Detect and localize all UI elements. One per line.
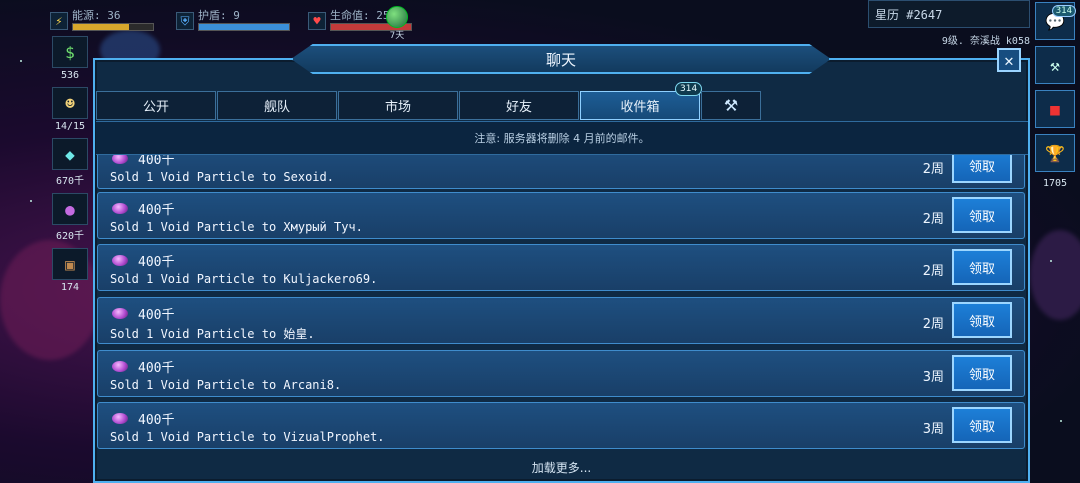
mail-amount: 400千 xyxy=(138,361,175,376)
chat-tabs: 公开 舰队 市场 好友 收件箱 314 ⚒ xyxy=(96,82,762,120)
mail-list[interactable]: 400千 Sold 1 Void Particle to Sexoid. 2周 … xyxy=(97,155,1025,451)
mail-message: Sold 1 Void Particle to Хмурый Туч. xyxy=(110,220,363,234)
tab-public[interactable]: 公开 xyxy=(96,91,216,120)
mail-message: Sold 1 Void Particle to Kuljackero69. xyxy=(110,272,378,286)
tab-label: 市场 xyxy=(384,100,411,115)
claim-button[interactable]: 领取 xyxy=(952,197,1012,233)
top-hud: ⚡ 能源: 36 ⛨ 护盾: 9 ♥ 生命值: 25 xyxy=(50,8,412,34)
resource-cash[interactable]: $ 536 xyxy=(50,36,90,81)
lightning-icon: ⚡ xyxy=(50,12,68,30)
resource-value: 174 xyxy=(60,282,80,293)
resource-value: 14/15 xyxy=(54,121,86,132)
shield-label: 护盾: 9 xyxy=(198,9,240,22)
void-orb-icon xyxy=(112,203,128,214)
heart-icon: ♥ xyxy=(308,12,326,30)
mail-message: Sold 1 Void Particle to 始皇. xyxy=(110,327,315,341)
chat-badge: 314 xyxy=(1051,5,1076,17)
stardate-bar: 星历 #2647 xyxy=(868,0,1030,28)
mail-age: 3周 xyxy=(922,370,944,385)
energy-label: 能源: 36 xyxy=(72,9,121,22)
mail-age: 2周 xyxy=(922,162,944,177)
tab-label: 收件箱 xyxy=(620,100,660,115)
planet-days: 7天 xyxy=(389,31,405,41)
resource-value: 670千 xyxy=(55,176,85,187)
mail-item: 400千 Sold 1 Void Particle to Хмурый Туч.… xyxy=(97,192,1025,239)
resource-column: $ 536 ☻ 14/15 ◆ 670千 ● 620千 ▣ 174 xyxy=(50,36,90,299)
void-orb-icon xyxy=(112,155,128,164)
tab-market[interactable]: 市场 xyxy=(338,91,458,120)
mail-age: 2周 xyxy=(922,317,944,332)
mail-item: 400千 Sold 1 Void Particle to 始皇. 2周 领取 xyxy=(97,297,1025,344)
flag-button[interactable]: ■ xyxy=(1035,90,1075,128)
mail-amount: 400千 xyxy=(138,203,175,218)
mail-item: 400千 Sold 1 Void Particle to VizualProph… xyxy=(97,402,1025,449)
shield-stat: ⛨ 护盾: 9 xyxy=(176,9,290,31)
claim-button[interactable]: 领取 xyxy=(952,355,1012,391)
mail-message: Sold 1 Void Particle to Sexoid. xyxy=(110,170,334,184)
mail-amount: 400千 xyxy=(138,255,175,270)
chat-title: 聊天 xyxy=(291,44,831,74)
mail-amount: 400千 xyxy=(138,308,175,323)
resource-crew[interactable]: ☻ 14/15 xyxy=(50,87,90,132)
crystal-icon: ◆ xyxy=(52,138,88,170)
void-orb-icon xyxy=(112,361,128,372)
tab-label: 舰队 xyxy=(263,100,290,115)
chat-toggle-button[interactable]: 💬 314 xyxy=(1035,2,1076,40)
resource-value: 620千 xyxy=(55,231,85,242)
mail-item: 400千 Sold 1 Void Particle to Arcani8. 3周… xyxy=(97,350,1025,397)
void-orb-icon xyxy=(112,413,128,424)
deletion-notice: 注意: 服务器将删除 4 月前的邮件。 xyxy=(96,121,1028,155)
shield-icon: ⛨ xyxy=(176,12,194,30)
tab-tools[interactable]: ⚒ xyxy=(701,91,761,120)
rank-label: 9级. 奈溪战 k058 xyxy=(941,36,1030,47)
mail-item: 400千 Sold 1 Void Particle to Sexoid. 2周 … xyxy=(97,155,1025,189)
claim-button[interactable]: 领取 xyxy=(952,407,1012,443)
resource-value: 536 xyxy=(60,70,80,81)
mail-age: 2周 xyxy=(922,264,944,279)
right-button-column: 💬 314 ⚒ ■ 🏆 1705 xyxy=(1034,2,1076,189)
hammer-icon: ⚒ xyxy=(723,96,739,115)
resource-crystal[interactable]: ◆ 670千 xyxy=(50,138,90,187)
claim-button[interactable]: 领取 xyxy=(952,302,1012,338)
mail-age: 2周 xyxy=(922,212,944,227)
claim-button[interactable]: 领取 xyxy=(952,155,1012,183)
void-orb-icon: ● xyxy=(52,193,88,225)
close-icon: ✕ xyxy=(1004,50,1014,70)
resource-crate[interactable]: ▣ 174 xyxy=(50,248,90,293)
resource-void[interactable]: ● 620千 xyxy=(50,193,90,242)
tab-label: 好友 xyxy=(505,100,532,115)
claim-button[interactable]: 领取 xyxy=(952,249,1012,285)
mail-amount: 400千 xyxy=(138,413,175,428)
tools-button[interactable]: ⚒ xyxy=(1035,46,1075,84)
tab-label: 公开 xyxy=(142,100,169,115)
trophy-icon: 🏆 xyxy=(1045,143,1065,163)
mail-item: 400千 Sold 1 Void Particle to Kuljackero6… xyxy=(97,244,1025,291)
inbox-badge: 314 xyxy=(675,82,703,96)
flag-icon: ■ xyxy=(1050,99,1060,119)
mail-amount: 400千 xyxy=(138,155,175,168)
mail-message: Sold 1 Void Particle to VizualProphet. xyxy=(110,430,385,444)
tab-inbox[interactable]: 收件箱 314 xyxy=(580,82,703,120)
load-more-button[interactable]: 加载更多... xyxy=(93,452,1030,482)
cash-icon: $ xyxy=(52,36,88,68)
crate-icon: ▣ xyxy=(52,248,88,280)
void-orb-icon xyxy=(112,308,128,319)
trophy-button[interactable]: 🏆 xyxy=(1035,134,1075,172)
trophy-score: 1705 xyxy=(1042,178,1068,189)
tab-fleet[interactable]: 舰队 xyxy=(217,91,337,120)
tab-friends[interactable]: 好友 xyxy=(459,91,579,120)
crew-icon: ☻ xyxy=(52,87,88,119)
hammer-icon: ⚒ xyxy=(1050,55,1060,75)
mail-age: 3周 xyxy=(922,422,944,437)
energy-stat: ⚡ 能源: 36 xyxy=(50,9,154,31)
planet-icon xyxy=(386,6,408,28)
stardate-label: 星历 #2647 xyxy=(875,7,943,22)
planet-button[interactable]: 7天 xyxy=(384,6,410,46)
close-button[interactable]: ✕ xyxy=(997,48,1021,72)
void-orb-icon xyxy=(112,255,128,266)
mail-message: Sold 1 Void Particle to Arcani8. xyxy=(110,378,342,392)
